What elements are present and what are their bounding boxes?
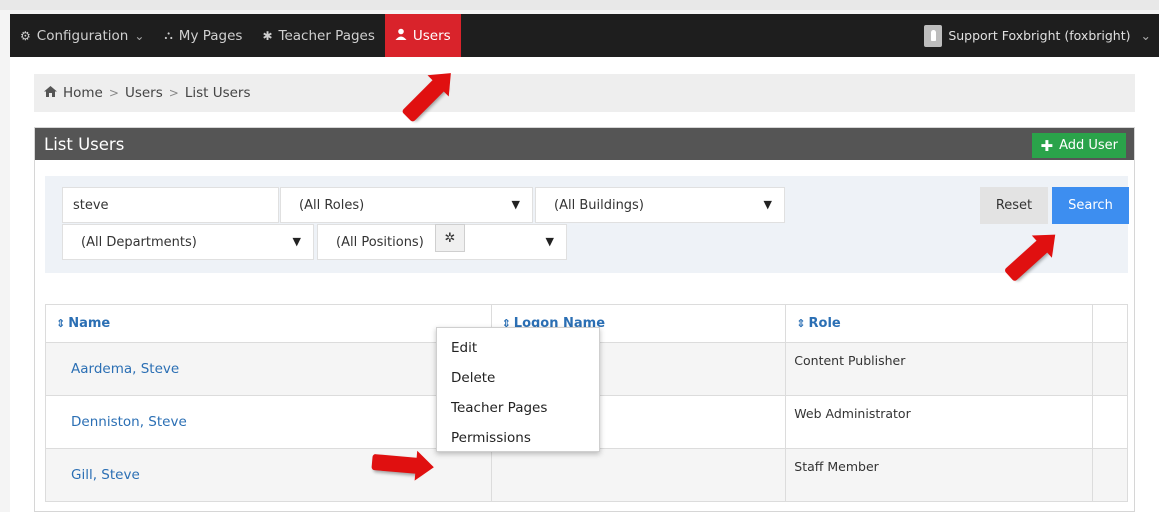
column-header-name[interactable]: ⇕ Name: [45, 304, 492, 343]
cell-actions: [1092, 342, 1128, 396]
cell-name: Aardema, Steve: [45, 342, 492, 396]
buildings-select-value: (All Buildings): [554, 197, 644, 213]
user-icon: [395, 28, 407, 43]
add-user-button[interactable]: ✚ Add User: [1032, 133, 1126, 158]
nav-my-pages[interactable]: ⛬ My Pages: [154, 14, 252, 57]
menu-item-delete[interactable]: Delete: [437, 363, 599, 393]
breadcrumb-home[interactable]: Home: [63, 85, 103, 101]
cell-actions: [1092, 448, 1128, 502]
nav-configuration-label: Configuration: [36, 27, 129, 44]
breadcrumb-separator: >: [168, 86, 179, 100]
cell-logon: [490, 448, 787, 502]
search-input[interactable]: steve: [62, 187, 279, 223]
breadcrumb-users[interactable]: Users: [125, 85, 163, 101]
search-input-value: steve: [73, 197, 109, 213]
panel-title: List Users: [44, 134, 125, 154]
cell-role: Content Publisher: [785, 342, 1094, 396]
gears-icon: ⚙: [20, 28, 31, 43]
filter-bar: steve (All Roles) ▼ (All Buildings) ▼ (A…: [45, 176, 1129, 273]
window-top-edge: [0, 0, 1159, 10]
add-user-label: Add User: [1059, 138, 1118, 153]
top-navigation: ⚙ Configuration ⌄ ⛬ My Pages ✱ Teacher P…: [10, 14, 1159, 64]
caret-down-icon: ▼: [763, 198, 772, 211]
menu-item-teacher-pages[interactable]: Teacher Pages: [437, 393, 599, 423]
roles-select[interactable]: (All Roles) ▼: [280, 187, 533, 223]
sort-icon: ⇕: [56, 317, 66, 330]
departments-select-value: (All Departments): [81, 234, 197, 250]
nav-my-pages-label: My Pages: [178, 27, 243, 44]
breadcrumb: Home > Users > List Users: [34, 74, 1135, 112]
caret-down-icon: ▼: [511, 198, 520, 211]
row-context-menu: Edit Delete Teacher Pages Permissions: [436, 327, 600, 452]
buildings-select[interactable]: (All Buildings) ▼: [535, 187, 785, 223]
menu-item-permissions[interactable]: Permissions: [437, 423, 599, 453]
plus-icon: ✚: [1040, 136, 1054, 155]
chevron-down-icon: ⌄: [134, 28, 145, 43]
nav-teacher-pages[interactable]: ✱ Teacher Pages: [252, 14, 384, 57]
home-icon: [44, 85, 57, 101]
nav-teacher-pages-label: Teacher Pages: [278, 27, 375, 44]
row-actions-button[interactable]: ✲: [435, 224, 465, 252]
cell-actions: [1092, 395, 1128, 449]
panel-header: List Users: [35, 128, 1134, 160]
user-name-link[interactable]: Denniston, Steve: [71, 414, 483, 430]
menu-item-edit[interactable]: Edit: [437, 333, 599, 363]
caret-down-icon: ▼: [545, 235, 554, 248]
breadcrumb-current: List Users: [184, 85, 251, 101]
sitemap-icon: ⛬: [164, 28, 173, 42]
nav-users-label: Users: [412, 27, 451, 44]
cell-name: Denniston, Steve: [45, 395, 492, 449]
reset-button[interactable]: Reset: [980, 187, 1048, 224]
search-button[interactable]: Search: [1052, 187, 1129, 224]
chevron-down-icon: ⌄: [1140, 28, 1151, 43]
list-users-panel: List Users ✚ Add User steve (All Roles) …: [34, 127, 1135, 512]
user-name: Support Foxbright (foxbright): [948, 28, 1131, 43]
nav-users[interactable]: Users: [384, 14, 461, 64]
breadcrumb-separator: >: [108, 86, 119, 100]
user-menu[interactable]: Support Foxbright (foxbright) ⌄: [924, 24, 1159, 47]
roles-select-value: (All Roles): [299, 197, 365, 213]
cell-role: Staff Member: [785, 448, 1094, 502]
positions-select-value: (All Positions): [336, 234, 424, 250]
departments-select[interactable]: (All Departments) ▼: [62, 224, 314, 260]
asterisk-icon: ✱: [262, 28, 273, 43]
avatar: [924, 24, 943, 47]
user-name-link[interactable]: Aardema, Steve: [71, 361, 483, 377]
gear-icon: ✲: [444, 230, 456, 246]
app-frame: ⚙ Configuration ⌄ ⛬ My Pages ✱ Teacher P…: [0, 0, 1159, 512]
column-header-actions: [1092, 304, 1128, 343]
table-row: Gill, Steve Staff Member: [45, 448, 1128, 502]
column-header-role[interactable]: ⇕ Role: [785, 304, 1094, 343]
nav-configuration[interactable]: ⚙ Configuration ⌄: [10, 14, 154, 57]
sort-icon: ⇕: [796, 317, 806, 330]
cell-role: Web Administrator: [785, 395, 1094, 449]
caret-down-icon: ▼: [292, 235, 301, 248]
